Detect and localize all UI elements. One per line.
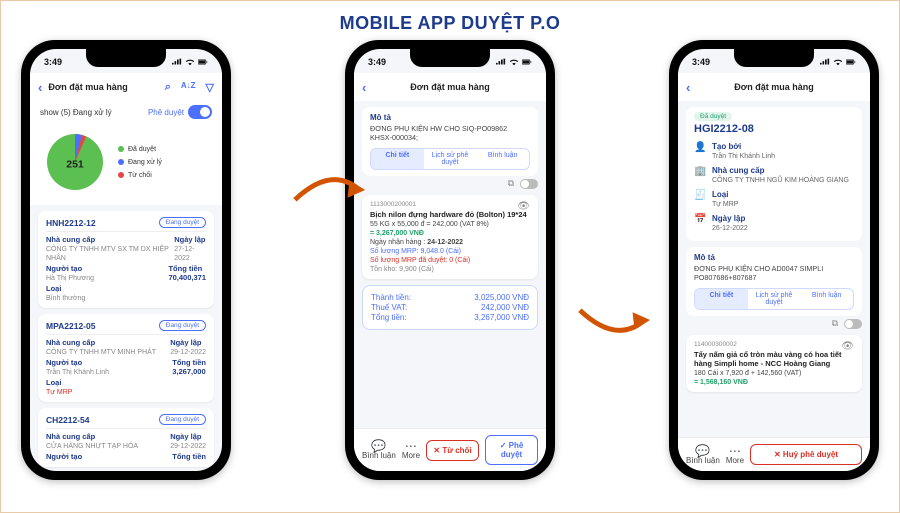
clock: 3:49 bbox=[692, 57, 710, 67]
totals-box: Thành tiền:3,025,000 VNĐ Thuế VAT:242,00… bbox=[362, 285, 538, 330]
po-card[interactable]: CH2212-54 Đang duyệt Nhà cung cấpCỬA HÀN… bbox=[38, 408, 214, 467]
expand-toggle[interactable] bbox=[844, 319, 862, 329]
line-item[interactable]: 👁 1113000200001 Bịch nilon đựng hardware… bbox=[362, 195, 538, 279]
building-icon: 🏢 bbox=[694, 166, 706, 184]
battery-icon bbox=[198, 58, 208, 66]
tab-detail[interactable]: Chi tiết bbox=[695, 289, 748, 309]
navbar: ‹ Đơn đặt mua hàng bbox=[678, 73, 870, 101]
navbar: ‹ Đơn đặt mua hàng ⌕ A↓Z ▽ bbox=[30, 73, 222, 101]
nav-title: Đơn đặt mua hàng bbox=[410, 82, 489, 92]
copy-icon[interactable]: ⧉ bbox=[508, 178, 514, 189]
po-id: MPA2212-05 bbox=[46, 321, 95, 331]
desc-text: ĐƠNG PHỤ KIỆN HW CHO SIQ-PO09862 KHSX-00… bbox=[370, 124, 530, 142]
filter-icon[interactable]: ▽ bbox=[206, 81, 214, 94]
line-item[interactable]: 👁 114000300002 Tẩy nấm giả cổ tròn màu v… bbox=[686, 335, 862, 392]
back-icon[interactable]: ‹ bbox=[686, 80, 690, 95]
tabset: Chi tiết Lịch sử phê duyệt Bình luận bbox=[370, 148, 530, 170]
status-pie-chart: 251 bbox=[40, 127, 110, 197]
copy-icon[interactable]: ⧉ bbox=[832, 318, 838, 329]
search-icon[interactable]: ⌕ bbox=[165, 81, 171, 94]
tab-comment[interactable]: Bình luận bbox=[476, 149, 529, 169]
more-icon[interactable]: ⋯More bbox=[402, 440, 420, 460]
item-code: 114000300002 bbox=[694, 341, 854, 348]
notch bbox=[86, 49, 166, 67]
po-card[interactable]: HNH2212-12 Đang duyệt Nhà cung cấpCÔNG T… bbox=[38, 211, 214, 308]
user-icon: 👤 bbox=[694, 142, 706, 160]
comment-icon[interactable]: 💬Bình luận bbox=[362, 440, 396, 460]
tab-history[interactable]: Lịch sử phê duyệt bbox=[748, 289, 801, 309]
po-id: CH2212-54 bbox=[46, 415, 89, 425]
navbar: ‹ Đơn đặt mua hàng bbox=[354, 73, 546, 101]
nav-title: Đơn đặt mua hàng bbox=[734, 82, 813, 92]
desc-label: Mô tả bbox=[694, 253, 854, 262]
status-badge: Đang duyệt bbox=[159, 217, 206, 228]
po-id: HGI2212-08 bbox=[694, 123, 854, 135]
item-code: 1113000200001 bbox=[370, 201, 530, 208]
flow-arrow-icon bbox=[576, 300, 654, 345]
approve-mode-label: Phê duyệt bbox=[148, 108, 184, 117]
signal-icon bbox=[172, 58, 182, 66]
tab-history[interactable]: Lịch sử phê duyệt bbox=[424, 149, 477, 169]
calendar-icon: 📅 bbox=[694, 214, 706, 232]
desc-label: Mô tả bbox=[370, 113, 530, 122]
item-calc: 55 KG x 55,000 đ = 242,000 (VAT 8%) bbox=[370, 221, 530, 228]
eye-icon[interactable]: 👁 bbox=[517, 201, 530, 212]
page-title: MOBILE APP DUYỆT P.O bbox=[21, 13, 879, 34]
desc-text: ĐƠNG PHỤ KIỆN CHO AD0047 SIMPLI PO807686… bbox=[694, 264, 854, 282]
eye-icon[interactable]: 👁 bbox=[841, 341, 854, 352]
sort-icon[interactable]: A↓Z bbox=[181, 81, 196, 94]
reject-button[interactable]: ✕ Từ chối bbox=[426, 440, 479, 461]
phone-po-list: 3:49 ‹ Đơn đặt mua hàng ⌕ A↓Z ▽ bbox=[21, 40, 231, 480]
tag-icon: 🧾 bbox=[694, 190, 706, 208]
nav-title: Đơn đặt mua hàng bbox=[48, 82, 158, 92]
filter-chip[interactable]: show (5) Đang xử lý bbox=[40, 108, 112, 117]
item-subtotal: = 3,267,000 VNĐ bbox=[370, 230, 530, 237]
back-icon[interactable]: ‹ bbox=[362, 80, 366, 95]
flow-arrow-icon bbox=[291, 170, 369, 215]
item-name: Tẩy nấm giả cổ tròn màu vàng có hoa tiết… bbox=[694, 350, 854, 368]
item-subtotal: = 1,568,160 VNĐ bbox=[694, 379, 854, 386]
cancel-approval-button[interactable]: ✕ Huỷ phê duyệt bbox=[750, 444, 862, 465]
tabset: Chi tiết Lịch sử phê duyệt Bình luận bbox=[694, 288, 854, 310]
phone-po-approved: 3:49 ‹ Đơn đặt mua hàng Đã duyệt HGI2212… bbox=[669, 40, 879, 480]
po-card[interactable]: MPA2212-05 Đang duyệt Nhà cung cấpCÔNG T… bbox=[38, 314, 214, 402]
status-badge: Đã duyệt bbox=[694, 112, 732, 121]
phone-po-detail: 3:49 ‹ Đơn đặt mua hàng Mô tả ĐƠNG PHỤ K… bbox=[345, 40, 555, 480]
clock: 3:49 bbox=[44, 57, 62, 67]
item-name: Bịch nilon đựng hardware đỏ (Bolton) 19*… bbox=[370, 210, 530, 219]
back-icon[interactable]: ‹ bbox=[38, 80, 42, 95]
status-badge: Đang duyệt bbox=[159, 414, 206, 425]
clock: 3:49 bbox=[368, 57, 386, 67]
wifi-icon bbox=[185, 58, 195, 66]
po-id: HNH2212-12 bbox=[46, 218, 96, 228]
approve-toggle[interactable] bbox=[188, 105, 212, 119]
status-badge: Đang duyệt bbox=[159, 320, 206, 331]
more-icon[interactable]: ⋯More bbox=[726, 445, 744, 465]
item-calc: 180 Cái x 7,920 đ + 142,560 (VAT) bbox=[694, 370, 854, 377]
comment-icon[interactable]: 💬Bình luận bbox=[686, 445, 720, 465]
approve-button[interactable]: ✓ Phê duyệt bbox=[485, 435, 538, 465]
expand-toggle[interactable] bbox=[520, 179, 538, 189]
tab-detail[interactable]: Chi tiết bbox=[371, 149, 424, 169]
tab-comment[interactable]: Bình luận bbox=[800, 289, 853, 309]
chart-legend: Đã duyệt Đang xử lý Từ chối bbox=[118, 146, 162, 179]
svg-text:251: 251 bbox=[66, 158, 84, 170]
